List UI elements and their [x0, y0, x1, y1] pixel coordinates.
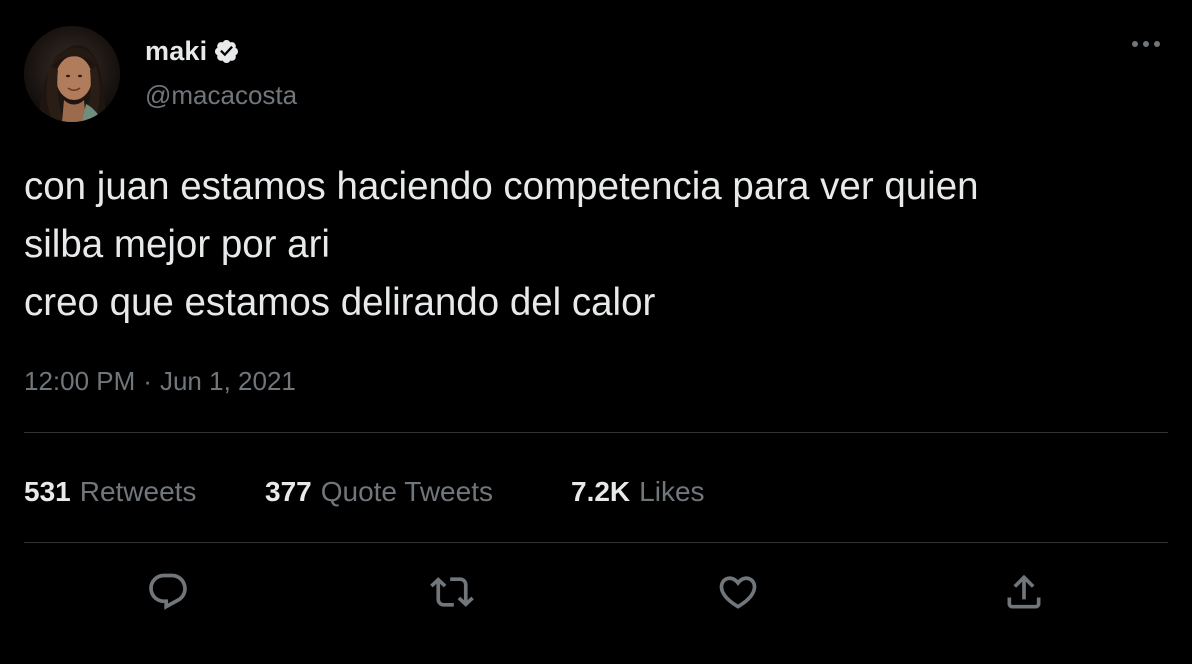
likes-label: Likes	[639, 476, 705, 507]
quote-tweets-count: 377	[265, 476, 312, 507]
like-button[interactable]	[716, 570, 760, 614]
divider	[24, 542, 1168, 543]
likes-count: 7.2K	[571, 476, 631, 507]
tweet-stats: 531 Retweets 377 Quote Tweets 7.2K Likes	[24, 474, 705, 510]
retweet-button[interactable]	[430, 570, 474, 614]
avatar-image	[24, 26, 120, 122]
retweets-count: 531	[24, 476, 71, 507]
tweet-time[interactable]: 12:00 PM	[24, 366, 135, 397]
share-icon	[1007, 574, 1041, 609]
quote-tweets-label: Quote Tweets	[320, 476, 493, 507]
quote-tweets-stat[interactable]: 377 Quote Tweets	[265, 476, 571, 508]
tweet-card: maki @macacosta con juan estamos haciend…	[0, 0, 1192, 664]
reply-icon	[149, 573, 187, 610]
verified-badge-icon	[213, 38, 240, 65]
retweets-label: Retweets	[79, 476, 197, 507]
retweet-icon	[430, 577, 474, 607]
avatar[interactable]	[24, 26, 120, 122]
retweets-stat[interactable]: 531 Retweets	[24, 476, 265, 508]
reply-button[interactable]	[146, 570, 190, 614]
tweet-timestamp[interactable]: 12:00 PM · Jun 1, 2021	[24, 366, 296, 397]
share-button[interactable]	[1002, 570, 1046, 614]
author-display-name[interactable]: maki	[145, 36, 207, 67]
divider	[24, 432, 1168, 433]
more-options-icon[interactable]	[1126, 28, 1166, 60]
heart-icon	[719, 576, 757, 609]
author-name-row[interactable]: maki	[145, 34, 240, 68]
tweet-date[interactable]: Jun 1, 2021	[160, 366, 296, 397]
timestamp-separator: ·	[143, 366, 152, 396]
tweet-text: con juan estamos haciendo competencia pa…	[24, 165, 979, 324]
likes-stat[interactable]: 7.2K Likes	[571, 476, 705, 508]
author-handle[interactable]: @macacosta	[145, 80, 297, 111]
